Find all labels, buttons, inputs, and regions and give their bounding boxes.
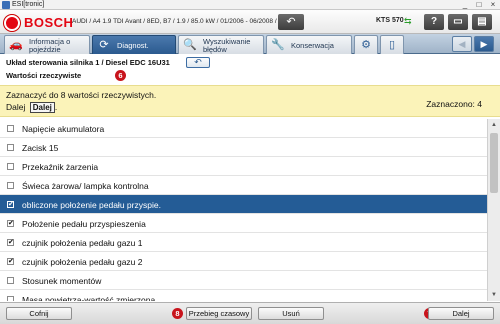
kts-device-label: KTS 570: [376, 17, 404, 24]
close-button[interactable]: ×: [486, 0, 500, 10]
checkbox[interactable]: [7, 163, 14, 170]
scroll-up-icon[interactable]: ▲: [488, 120, 500, 130]
document-icon: ▯: [388, 39, 396, 51]
bosch-logo-icon: [4, 15, 20, 31]
tab-label: Wyszukiwanie błędów: [203, 37, 251, 54]
info-instruction: Zaznaczyć do 8 wartości rzeczywistych.: [6, 90, 157, 100]
page-title: Wartości rzeczywiste: [6, 71, 82, 80]
checkbox[interactable]: [7, 182, 14, 189]
app-header: BOSCH AUDI / A4 1.9 TDI Avant / 8ED, B7 …: [0, 10, 500, 34]
back-button[interactable]: Cofnij: [6, 307, 72, 320]
list-item[interactable]: Napięcie akumulatora: [0, 119, 487, 138]
checkbox-checked[interactable]: ✔: [7, 258, 14, 265]
list-item[interactable]: Zacisk 15: [0, 138, 487, 157]
minimize-button[interactable]: _: [458, 0, 472, 10]
info-next-prefix: Dalej: [6, 102, 26, 112]
help-button[interactable]: ?: [424, 14, 444, 30]
list-item[interactable]: ✔ Położenie pedału przyspieszenia: [0, 214, 487, 233]
troubleshooting-icon: 🔍: [183, 39, 197, 51]
list-item[interactable]: Stosunek momentów: [0, 271, 487, 290]
back-arrow-icon: ↶: [286, 16, 296, 28]
list-item-label: Położenie pedału przyspieszenia: [22, 219, 146, 229]
app-icon: [2, 1, 10, 9]
list-item[interactable]: ✔ czujnik położenia pedału gazu 1: [0, 233, 487, 252]
main-tab-bar: 🚗 Informacja o pojeździe ⟳ Diagnost. 🔍 W…: [0, 34, 500, 54]
tab-label: Diagnost.: [117, 41, 149, 50]
back-arrow-icon: ↶: [194, 57, 202, 67]
tab-label: Informacja o pojeździe: [29, 37, 71, 54]
menu-button[interactable]: ▤: [472, 14, 492, 30]
main-content: Układ sterowania silnika 1 / Diesel EDC …: [0, 54, 500, 302]
breadcrumb: Układ sterowania silnika 1 / Diesel EDC …: [6, 58, 170, 67]
tools-icon: ⚙: [361, 39, 371, 51]
usb-plug-icon: ⇆: [404, 16, 412, 26]
diagnosis-icon: ⟳: [99, 39, 109, 51]
info-next-hint: Dalej Dalej.: [6, 102, 57, 113]
tab-vehicle-info[interactable]: 🚗 Informacja o pojeździe: [4, 35, 90, 54]
header-back-button[interactable]: ↶: [278, 14, 304, 30]
tab-tools[interactable]: ⚙: [354, 35, 378, 54]
list-item-label: czujnik położenia pedału gazu 2: [22, 257, 143, 267]
tab-label: Konserwacja: [291, 41, 334, 50]
checkbox[interactable]: [7, 296, 14, 301]
info-next-suffix: .: [54, 102, 58, 112]
maintenance-icon: 🔧: [271, 39, 285, 51]
chevron-right-icon: ▶: [480, 39, 488, 49]
scrollbar-thumb[interactable]: [490, 133, 498, 193]
delete-button[interactable]: Usuń: [258, 307, 324, 320]
list-item[interactable]: Przekaźnik żarzenia: [0, 157, 487, 176]
list-item[interactable]: ✔ obliczone położenie pedału przyspie.: [0, 195, 487, 214]
list-item[interactable]: ✔ czujnik położenia pedału gazu 2: [0, 252, 487, 271]
checkbox[interactable]: [7, 125, 14, 132]
list-item-label: Masa powietrza-wartość zmierzona: [22, 295, 156, 301]
actual-values-list: Napięcie akumulatora Zacisk 15 Przekaźnik …: [0, 119, 500, 301]
window-titlebar: ESI[tronic] _ □ ×: [0, 0, 500, 10]
list-item[interactable]: Świeca żarowa/ lampka kontrolna: [0, 176, 487, 195]
list-item-label: Przekaźnik żarzenia: [22, 162, 99, 172]
list-item-label: Stosunek momentów: [22, 276, 102, 286]
checkbox-checked[interactable]: ✔: [7, 239, 14, 246]
checkbox-checked[interactable]: ✔: [7, 201, 14, 208]
print-icon: ▭: [453, 16, 463, 27]
checkbox[interactable]: [7, 144, 14, 151]
menu-icon: ▤: [477, 16, 487, 27]
next-button[interactable]: Dalej: [428, 307, 494, 320]
info-banner: Zaznaczyć do 8 wartości rzeczywistych. D…: [0, 85, 500, 117]
checkbox-checked[interactable]: ✔: [7, 220, 14, 227]
selected-count: Zaznaczono: 4: [426, 99, 482, 109]
list-item[interactable]: Masa powietrza-wartość zmierzona: [0, 290, 487, 301]
breadcrumb-back-button[interactable]: ↶: [186, 57, 210, 68]
vehicle-info: AUDI / A4 1.9 TDI Avant / 8ED, B7 / 1.9 …: [72, 18, 292, 25]
info-next-button-label: Dalej: [29, 102, 55, 113]
tab-maintenance[interactable]: 🔧 Konserwacja: [266, 35, 352, 54]
scroll-down-icon[interactable]: ▼: [488, 290, 500, 300]
nav-next-button[interactable]: ▶: [474, 36, 494, 52]
list-scrollbar[interactable]: ▲ ▼: [487, 119, 500, 301]
tab-document[interactable]: ▯: [380, 35, 404, 54]
list-item-label: Zacisk 15: [22, 143, 59, 153]
window-title: ESI[tronic]: [12, 1, 45, 8]
annotation-badge-6: 6: [115, 70, 126, 81]
list-item-label: czujnik położenia pedału gazu 1: [22, 238, 143, 248]
help-icon: ?: [430, 16, 438, 27]
list-item-label: Świeca żarowa/ lampka kontrolna: [22, 181, 149, 191]
time-chart-button[interactable]: Przebieg czasowy: [186, 307, 252, 320]
brand-name: BOSCH: [24, 15, 74, 30]
checkbox[interactable]: [7, 277, 14, 284]
chevron-left-icon: ◀: [458, 39, 466, 49]
print-button[interactable]: ▭: [448, 14, 468, 30]
maximize-button[interactable]: □: [472, 0, 486, 10]
list-item-label: obliczone położenie pedału przyspie.: [22, 200, 161, 210]
list-item-label: Napięcie akumulatora: [22, 124, 105, 134]
footer-bar: Cofnij 8 Przebieg czasowy Usuń 7 Dalej: [0, 302, 500, 324]
tab-troubleshooting[interactable]: 🔍 Wyszukiwanie błędów: [178, 35, 264, 54]
nav-prev-button[interactable]: ◀: [452, 36, 472, 52]
tab-diagnosis[interactable]: ⟳ Diagnost.: [92, 35, 176, 54]
annotation-badge-8: 8: [172, 308, 183, 319]
car-info-icon: 🚗: [9, 39, 23, 51]
